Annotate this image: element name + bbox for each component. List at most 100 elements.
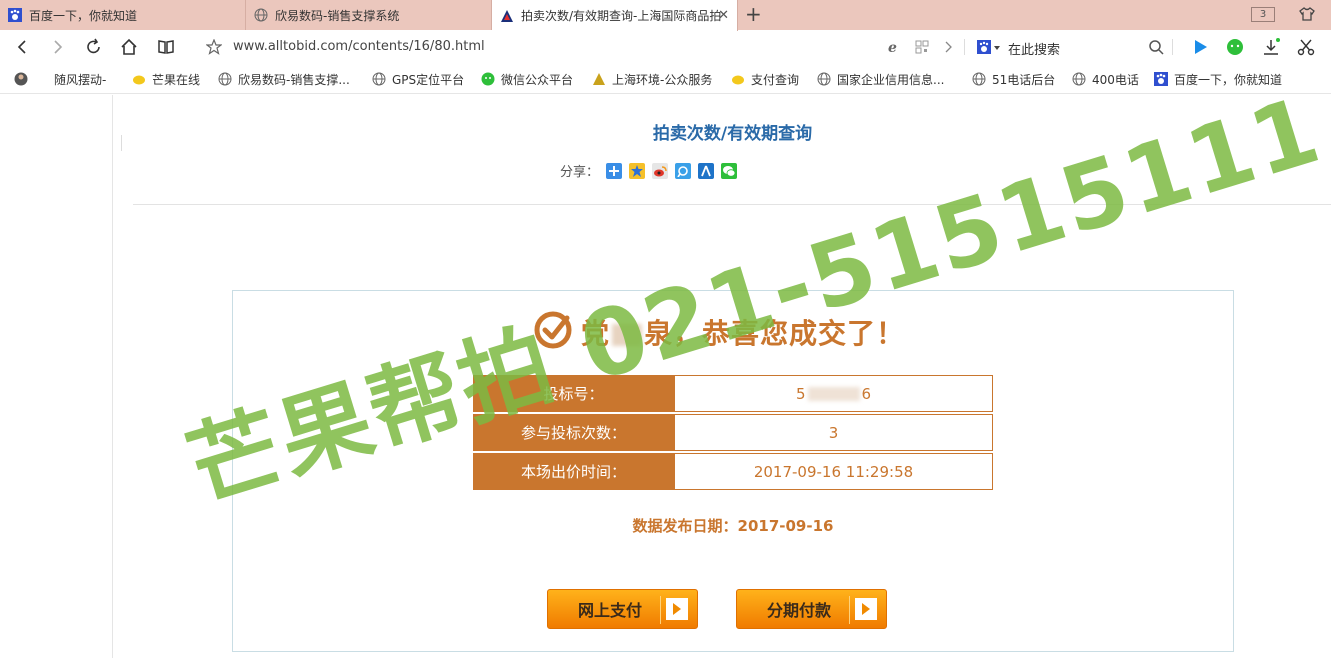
- paw-icon: [1154, 72, 1168, 86]
- search-icon[interactable]: [1146, 37, 1166, 57]
- bookmark-label: 百度一下，你就知道: [1174, 72, 1283, 87]
- search-engine-selector[interactable]: [975, 37, 1003, 61]
- globe-icon: [254, 8, 268, 22]
- divider: [660, 596, 661, 624]
- skin-icon[interactable]: [1299, 6, 1315, 26]
- installment-button[interactable]: 分期付款: [736, 589, 887, 629]
- page-border: [112, 95, 113, 658]
- forward-button[interactable]: [48, 37, 68, 57]
- qzone-star-icon[interactable]: [629, 162, 646, 179]
- tab-label: 拍卖次数/有效期查询-上海国际商品拍: [521, 9, 721, 23]
- reading-mode-button[interactable]: [156, 37, 176, 57]
- bookmark-label: 400电话: [1092, 72, 1139, 87]
- divider: [1172, 39, 1173, 55]
- bookmark-label: 51电话后台: [992, 72, 1056, 87]
- bidder-name-start: 党: [581, 317, 611, 350]
- page-title: 拍卖次数/有效期查询: [652, 124, 813, 144]
- lemon-icon: [132, 72, 146, 86]
- building-icon: [592, 72, 606, 86]
- bookmark-item[interactable]: GPS定位平台: [372, 71, 464, 87]
- wechat-icon[interactable]: [1225, 37, 1245, 57]
- paw-icon: [8, 8, 22, 22]
- arrow-right-icon: [666, 598, 688, 620]
- wechat-icon[interactable]: [721, 162, 738, 179]
- tab-alltobid[interactable]: 拍卖次数/有效期查询-上海国际商品拍 ✕: [492, 0, 738, 31]
- search-input[interactable]: 在此搜索: [1008, 39, 1060, 58]
- favorite-star-icon[interactable]: [204, 37, 224, 57]
- bookmark-item[interactable]: 随风摆动-: [14, 71, 106, 87]
- share-label: 分享：: [560, 165, 600, 180]
- bid-count-value: 3: [674, 414, 993, 451]
- scissors-icon[interactable]: [1296, 37, 1316, 57]
- bid-count-label: 参与投标次数：: [473, 414, 674, 451]
- weibo-icon[interactable]: [652, 162, 669, 179]
- bookmark-label: 欣易数码-销售支撑...: [238, 72, 350, 87]
- ie-compat-icon[interactable]: e: [884, 37, 904, 57]
- renren-icon[interactable]: [698, 162, 715, 179]
- bookmark-label: 支付查询: [751, 72, 800, 87]
- bookmark-item[interactable]: 400电话: [1072, 71, 1139, 87]
- bookmark-label: GPS定位平台: [392, 72, 465, 87]
- close-icon[interactable]: ✕: [718, 8, 729, 23]
- tab-label: 百度一下，你就知道: [29, 8, 138, 23]
- tab-baidu[interactable]: 百度一下，你就知道: [0, 0, 246, 30]
- bookmark-label: 微信公众平台: [501, 72, 574, 87]
- divider: [964, 39, 965, 55]
- bookmark-item[interactable]: 百度一下，你就知道: [1154, 71, 1282, 87]
- bookmark-item[interactable]: 国家企业信用信息...: [817, 71, 944, 87]
- pay-online-button[interactable]: 网上支付: [547, 589, 698, 629]
- publish-date: 数据发布日期：2017-09-16: [632, 517, 834, 535]
- bid-number-value: 56: [674, 375, 993, 412]
- congrats-heading: 党泉，恭喜您成交了！: [533, 310, 905, 354]
- tab-strip: 百度一下，你就知道 欣易数码-销售支撑系统 拍卖次数/有效期查询-上海国际商品拍…: [0, 0, 1331, 31]
- bookmark-item[interactable]: 芒果在线: [132, 71, 200, 87]
- globe-icon: [972, 72, 986, 86]
- bid-info-table: 投标号： 56 参与投标次数： 3 本场出价时间： 2017-09-16 11:…: [473, 375, 993, 492]
- bookmark-item[interactable]: 51电话后台: [972, 71, 1055, 87]
- bookmark-label: 国家企业信用信息...: [837, 72, 945, 87]
- home-button[interactable]: [119, 37, 139, 57]
- globe-icon: [372, 72, 386, 86]
- bid-number-start: 5: [795, 384, 806, 403]
- globe-icon: [218, 72, 232, 86]
- refresh-button[interactable]: [84, 37, 104, 57]
- url-text[interactable]: www.alltobid.com/contents/16/80.html: [233, 39, 485, 54]
- bid-number-label: 投标号：: [473, 375, 674, 412]
- bookmark-item[interactable]: 欣易数码-销售支撑...: [218, 71, 350, 87]
- avatar-icon: [14, 72, 28, 86]
- divider: [133, 204, 1331, 205]
- redacted-block: [807, 386, 860, 401]
- chevron-right-icon[interactable]: [938, 37, 958, 57]
- bookmark-label: 上海环境-公众服务: [612, 72, 713, 87]
- globe-icon: [1072, 72, 1086, 86]
- new-tab-button[interactable]: +: [745, 4, 762, 24]
- bid-time-value: 2017-09-16 11:29:58: [674, 453, 993, 490]
- share-bar: 分享：: [560, 161, 738, 180]
- button-label: 网上支付: [578, 601, 643, 620]
- bid-time-label: 本场出价时间：: [473, 453, 674, 490]
- redacted-block: [612, 324, 643, 346]
- table-row: 本场出价时间： 2017-09-16 11:29:58: [473, 453, 993, 490]
- congrats-text: 党泉，恭喜您成交了！: [581, 312, 905, 352]
- arrow-right-icon: [855, 598, 877, 620]
- divider: [849, 596, 850, 624]
- back-button[interactable]: [12, 37, 32, 57]
- bookmark-item[interactable]: 微信公众平台: [481, 71, 573, 87]
- lemon-icon: [731, 72, 745, 86]
- table-row: 参与投标次数： 3: [473, 414, 993, 451]
- table-row: 投标号： 56: [473, 375, 993, 412]
- bookmark-item[interactable]: 上海环境-公众服务: [592, 71, 712, 87]
- address-bar: www.alltobid.com/contents/16/80.html e 在…: [0, 31, 1331, 63]
- qrcode-icon[interactable]: [912, 37, 932, 57]
- congrats-message: 泉，恭喜您成交了！: [644, 317, 906, 350]
- tencent-weibo-icon[interactable]: [675, 162, 692, 179]
- video-play-icon[interactable]: [1190, 37, 1210, 57]
- checkmark-icon: [533, 310, 573, 354]
- tab-count-badge[interactable]: 3: [1251, 7, 1275, 22]
- share-more-icon[interactable]: [606, 162, 623, 179]
- download-icon[interactable]: [1261, 37, 1281, 57]
- bookmark-bar: 随风摆动- 芒果在线 欣易数码-销售支撑... GPS定位平台 微信公众平台 上…: [0, 64, 1331, 151]
- bookmark-item[interactable]: 支付查询: [731, 71, 799, 87]
- tab-xinyi[interactable]: 欣易数码-销售支撑系统: [246, 0, 492, 30]
- globe-icon: [817, 72, 831, 86]
